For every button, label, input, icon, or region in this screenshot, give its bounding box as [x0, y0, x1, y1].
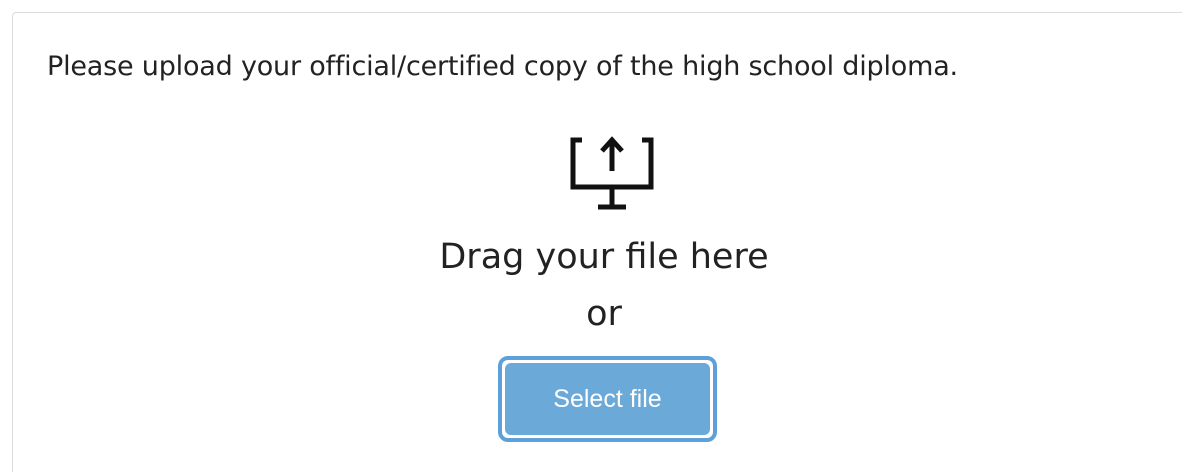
upload-instruction: Please upload your official/certified co…	[47, 51, 958, 82]
upload-card: Please upload your official/certified co…	[12, 12, 1182, 472]
file-dropzone[interactable]: Drag your file here or Select file	[13, 113, 1182, 453]
or-separator-text: or	[586, 294, 622, 334]
select-file-button-label: Select file	[505, 363, 710, 435]
drag-file-text: Drag your file here	[439, 237, 769, 277]
select-file-button[interactable]: Select file	[498, 356, 717, 442]
upload-monitor-icon	[570, 136, 654, 210]
